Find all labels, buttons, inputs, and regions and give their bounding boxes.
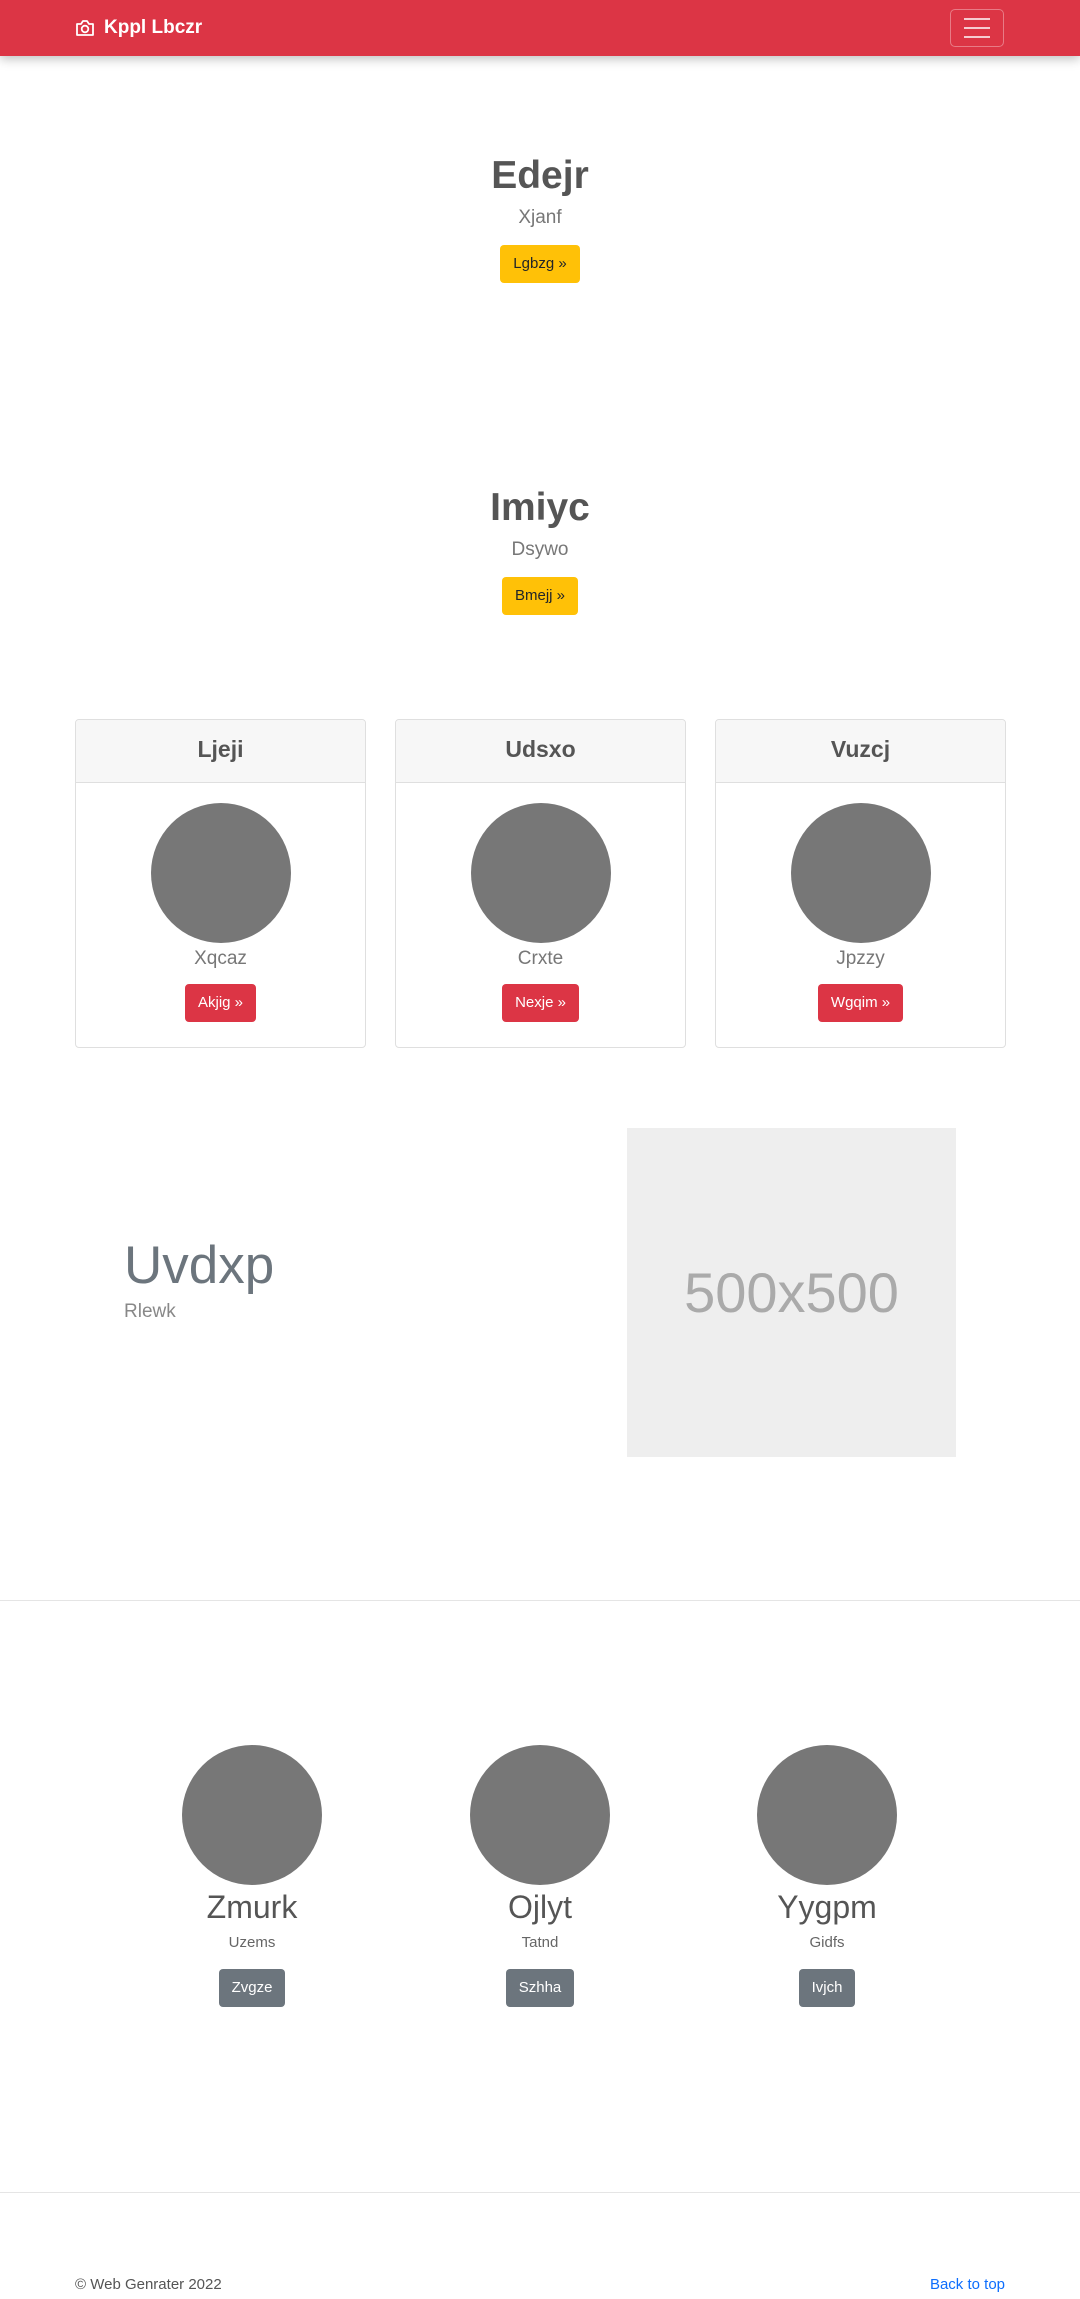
person-avatar <box>182 1745 322 1885</box>
placeholder-label: 500x500 <box>684 1261 899 1324</box>
hero-button[interactable]: Bmejj » <box>501 576 579 615</box>
card-text: Xqcaz <box>194 948 247 969</box>
hero-button[interactable]: Lgbzg » <box>500 244 580 283</box>
section-divider <box>0 1600 1080 1601</box>
placeholder-image: 500x500 <box>627 1128 956 1457</box>
card-image <box>470 803 611 943</box>
navbar: Kppl Lbczr <box>0 0 1080 56</box>
feature-title: Uvdxp <box>124 1236 275 1295</box>
card: Ljeji Xqcaz Akjig » <box>75 719 366 1048</box>
hero-subtitle: Dsywo <box>511 538 569 560</box>
feature-subtitle: Rlewk <box>124 1301 176 1322</box>
person-role: Tatnd <box>521 1934 559 1951</box>
person-name: Zmurk <box>206 1889 298 1925</box>
person-button[interactable]: Zvgze <box>218 1969 286 2007</box>
brand-name: Kppl Lbczr <box>104 17 203 38</box>
person-item: Zmurk Uzems Zvgze <box>142 1745 362 2007</box>
camera-icon <box>76 20 94 36</box>
back-to-top-link[interactable]: Back to top <box>930 2276 1005 2293</box>
person-avatar <box>470 1745 610 1885</box>
person-item: Yygpm Gidfs Ivjch <box>717 1745 937 2007</box>
hero-title: Imiyc <box>490 486 590 529</box>
person-item: Ojlyt Tatnd Szhha <box>430 1745 650 2007</box>
person-name: Yygpm <box>777 1889 877 1925</box>
person-name: Ojlyt <box>508 1889 572 1925</box>
card-button[interactable]: Akjig » <box>184 984 257 1022</box>
person-button[interactable]: Ivjch <box>798 1969 856 2007</box>
hero-subtitle: Xjanf <box>518 206 562 228</box>
card-header: Udsxo <box>396 720 685 783</box>
card-text: Crxte <box>517 948 564 969</box>
navbar-toggler-button[interactable] <box>950 9 1004 47</box>
person-role: Gidfs <box>809 1934 845 1951</box>
card: Udsxo Crxte Nexje » <box>395 719 686 1048</box>
card-header: Ljeji <box>76 720 365 783</box>
card: Vuzcj Jpzzy Wgqim » <box>715 719 1006 1048</box>
footer-copyright: © Web Genrater 2022 <box>75 2276 222 2293</box>
hamburger-icon <box>964 18 990 20</box>
card-button[interactable]: Wgqim » <box>817 984 904 1022</box>
hero-section-1: Edejr Xjanf Lgbzg » <box>0 154 1080 283</box>
person-button[interactable]: Szhha <box>505 1969 575 2007</box>
person-role: Uzems <box>228 1934 276 1951</box>
brand-link[interactable]: Kppl Lbczr <box>75 14 202 42</box>
footer-divider <box>0 2192 1080 2193</box>
card-image <box>150 803 291 943</box>
person-avatar <box>757 1745 897 1885</box>
card-header: Vuzcj <box>716 720 1005 783</box>
card-image <box>790 803 931 943</box>
card-text: Jpzzy <box>836 948 885 969</box>
card-button[interactable]: Nexje » <box>502 984 579 1022</box>
hero-section-2: Imiyc Dsywo Bmejj » <box>0 486 1080 615</box>
hero-title: Edejr <box>491 154 589 197</box>
